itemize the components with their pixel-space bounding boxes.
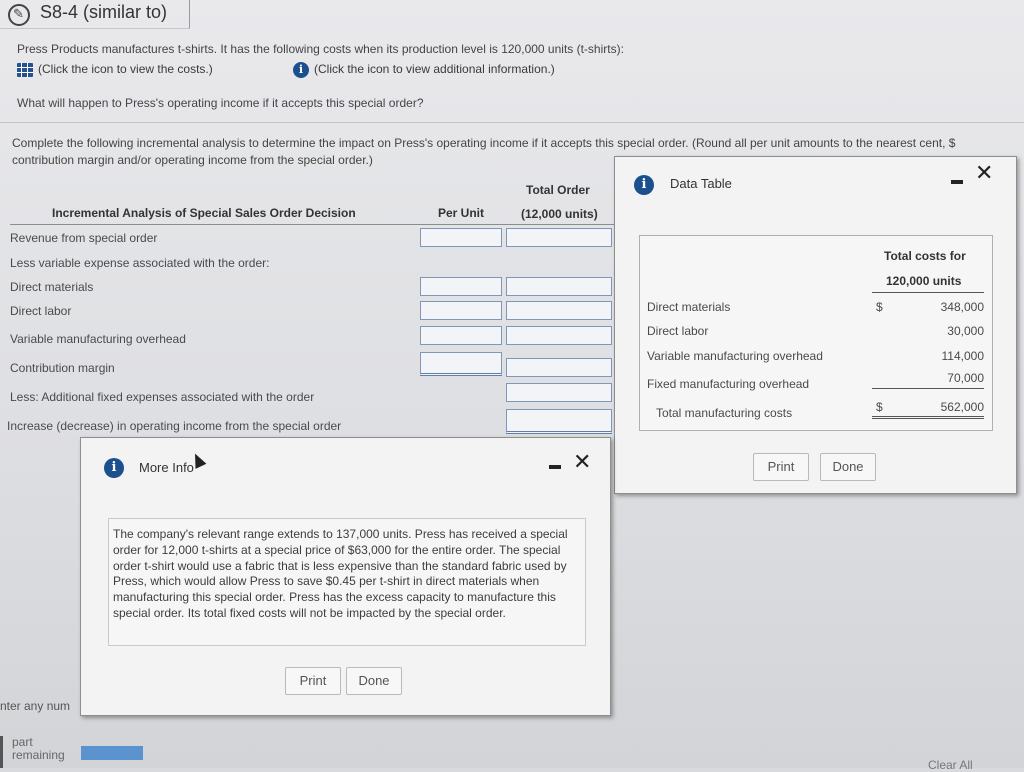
row-variable-overhead-label: Variable manufacturing overhead: [10, 332, 186, 346]
remaining-label: remaining: [12, 748, 65, 762]
question-header: S8-4 (similar to): [0, 0, 190, 29]
row-contribution-margin-label: Contribution margin: [10, 361, 115, 375]
data-table-dialog: i Data Table ✕ Total costs for 120,000 u…: [614, 156, 1017, 494]
info-icon: i: [634, 175, 654, 195]
total-row-label: Total manufacturing costs: [656, 406, 793, 420]
row-direct-labor-label: Direct labor: [10, 304, 72, 318]
row-revenue-label: Revenue from special order: [10, 231, 158, 245]
variable-overhead-per-unit-input[interactable]: [420, 326, 502, 345]
edit-icon: [8, 4, 30, 26]
units-header: 120,000 units: [886, 274, 962, 288]
print-button[interactable]: Print: [285, 667, 341, 695]
row-increase-label: Increase (decrease) in operating income …: [7, 419, 342, 433]
close-icon[interactable]: ✕: [573, 451, 591, 473]
variable-overhead-total-input[interactable]: [506, 326, 612, 345]
direct-labor-per-unit-input[interactable]: [420, 301, 502, 320]
done-button[interactable]: Done: [346, 667, 402, 695]
data-row-value: 70,000: [947, 371, 984, 385]
instruction-line-2: contribution margin and/or operating inc…: [12, 153, 373, 167]
direct-materials-total-input[interactable]: [506, 277, 612, 296]
header-rule: [10, 224, 615, 225]
question-title: S8-4 (similar to): [40, 2, 168, 22]
data-row-value: 30,000: [947, 324, 984, 338]
total-order-header: Total Order: [526, 183, 590, 197]
part-indicator: [0, 736, 3, 768]
data-row-label: Direct materials: [647, 300, 731, 314]
page: S8-4 (similar to) Press Products manufac…: [0, 0, 1024, 772]
minimize-icon[interactable]: [951, 180, 963, 184]
fixed-expenses-total-input[interactable]: [506, 383, 612, 402]
enter-numbers-text: nter any num: [0, 699, 71, 713]
info-icon: i: [104, 458, 124, 478]
currency-symbol: $: [876, 400, 883, 414]
analysis-table-title: Incremental Analysis of Special Sales Or…: [52, 206, 356, 220]
done-button[interactable]: Done: [820, 453, 876, 481]
direct-labor-total-input[interactable]: [506, 301, 612, 320]
data-row-value: 114,000: [941, 349, 985, 363]
subtotal-rule: [872, 388, 984, 389]
question-prompt: What will happen to Press's operating in…: [17, 96, 424, 110]
instruction-line-1: Complete the following incremental analy…: [12, 136, 956, 150]
currency-symbol: $: [876, 300, 883, 314]
row-less-fixed-label: Less: Additional fixed expenses associat…: [10, 390, 315, 404]
more-info-link[interactable]: (Click the icon to view additional infor…: [314, 62, 555, 76]
info-icon[interactable]: i: [293, 62, 309, 78]
direct-materials-per-unit-input[interactable]: [420, 277, 502, 296]
total-rule: [872, 416, 984, 419]
divider: [0, 122, 1024, 123]
operating-income-total-input[interactable]: [506, 409, 612, 434]
data-row-value: 348,000: [940, 300, 984, 314]
close-icon[interactable]: ✕: [975, 162, 993, 184]
table-icon[interactable]: [17, 63, 33, 77]
per-unit-header: Per Unit: [438, 206, 485, 220]
data-row-label: Variable manufacturing overhead: [647, 349, 823, 363]
total-row-value: 562,000: [940, 400, 984, 414]
parts-remaining: part remaining: [12, 736, 65, 762]
more-info-text: The company's relevant range extends to …: [108, 518, 586, 646]
dialog-title: Data Table: [670, 176, 732, 191]
row-direct-materials-label: Direct materials: [10, 280, 94, 294]
contribution-margin-total-input[interactable]: [506, 358, 612, 377]
clear-all-button[interactable]: Clear All: [928, 758, 973, 772]
contribution-margin-per-unit-input[interactable]: [420, 352, 502, 376]
progress-bar: [81, 746, 143, 760]
header-rule: [872, 292, 984, 293]
revenue-per-unit-input[interactable]: [420, 228, 502, 247]
data-table: Total costs for 120,000 units Direct mat…: [639, 235, 993, 431]
minimize-icon[interactable]: [549, 465, 561, 469]
row-less-variable-label: Less variable expense associated with th…: [10, 256, 270, 270]
total-costs-header: Total costs for: [884, 249, 966, 263]
dialog-title: More Info: [139, 460, 194, 475]
costs-link[interactable]: (Click the icon to view the costs.): [38, 62, 213, 76]
question-intro: Press Products manufactures t-shirts. It…: [17, 42, 624, 56]
data-row-label: Fixed manufacturing overhead: [647, 377, 810, 391]
total-order-units-header: (12,000 units): [521, 207, 598, 221]
revenue-total-input[interactable]: [506, 228, 612, 247]
print-button[interactable]: Print: [753, 453, 809, 481]
data-row-label: Direct labor: [647, 324, 709, 338]
